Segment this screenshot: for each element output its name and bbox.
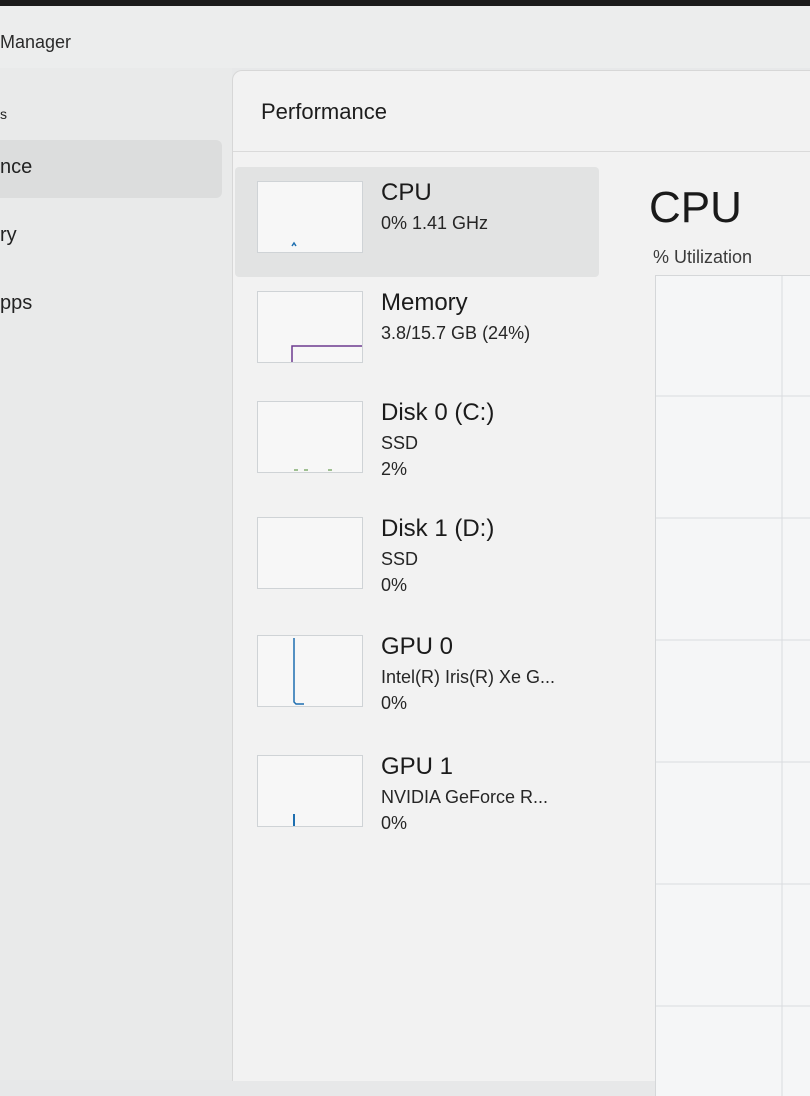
sidebar-item-label: ry — [0, 224, 17, 246]
disk-1-thumbnail-graph — [257, 517, 363, 589]
resource-name: Disk 1 (D:) — [381, 515, 495, 542]
performance-panel: Performance CPU 0% 1.41 GHz Memory 3.8/1… — [232, 70, 810, 1096]
disk-0-thumbnail-graph — [257, 401, 363, 473]
resource-name: Disk 0 (C:) — [381, 399, 495, 426]
resource-detail: Intel(R) Iris(R) Xe G... — [381, 667, 556, 687]
resource-item-cpu[interactable]: CPU 0% 1.41 GHz — [235, 167, 599, 277]
resource-detail: 0% 1.41 GHz — [381, 213, 489, 233]
resource-usage: 0% — [381, 693, 408, 713]
cpu-thumbnail-graph — [257, 181, 363, 253]
resource-detail: 3.8/15.7 GB (24%) — [381, 323, 531, 343]
utilization-label: % Utilization — [653, 247, 753, 267]
memory-thumbnail-graph — [257, 291, 363, 363]
cpu-spark — [291, 241, 297, 247]
title-bar: Manager — [0, 6, 810, 68]
sidebar-item-label: pps — [0, 292, 33, 314]
app-title: Manager — [0, 32, 72, 52]
resource-usage: 0% — [381, 813, 408, 833]
resource-detail: NVIDIA GeForce R... — [381, 787, 549, 807]
gpu-0-spike — [293, 638, 304, 705]
divider — [233, 151, 810, 152]
resource-usage: 0% — [381, 575, 408, 595]
resource-name: Memory — [381, 289, 468, 316]
resource-detail: SSD — [381, 433, 419, 453]
resource-item-disk-0[interactable]: Disk 0 (C:) SSD 2% — [235, 387, 599, 497]
sidebar-item-performance[interactable]: nce — [0, 140, 222, 198]
sidebar: s nce ry pps — [0, 68, 232, 1080]
resource-usage: 2% — [381, 459, 408, 479]
cpu-utilization-graph — [655, 275, 810, 1096]
page-title: Performance — [261, 99, 387, 124]
resource-name: CPU — [381, 179, 432, 206]
sidebar-item-label: s — [0, 106, 7, 122]
resource-item-disk-1[interactable]: Disk 1 (D:) SSD 0% — [235, 503, 599, 613]
resource-name: GPU 0 — [381, 633, 454, 660]
sidebar-item-label: nce — [0, 156, 33, 178]
resource-name: GPU 1 — [381, 753, 454, 780]
resource-list: CPU 0% 1.41 GHz Memory 3.8/15.7 GB (24%)… — [233, 167, 601, 1081]
resource-item-gpu-1[interactable]: GPU 1 NVIDIA GeForce R... 0% — [235, 741, 599, 851]
gpu-0-thumbnail-graph — [257, 635, 363, 707]
sidebar-item-app-history[interactable]: ry — [0, 208, 222, 266]
resource-item-memory[interactable]: Memory 3.8/15.7 GB (24%) — [235, 277, 599, 387]
memory-line — [291, 345, 362, 362]
resource-detail: SSD — [381, 549, 419, 569]
gpu-1-thumbnail-graph — [257, 755, 363, 827]
detail-title: CPU — [649, 183, 742, 232]
resource-item-gpu-0[interactable]: GPU 0 Intel(R) Iris(R) Xe G... 0% — [235, 621, 599, 731]
sidebar-item-startup-apps[interactable]: pps — [0, 276, 222, 334]
